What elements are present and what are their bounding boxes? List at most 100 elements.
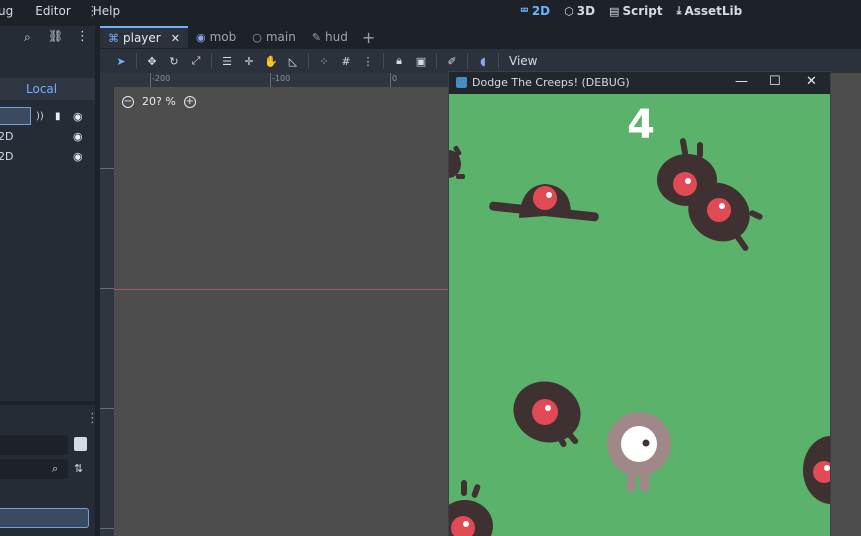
tree-item[interactable]: 2D ◉ bbox=[0, 146, 93, 166]
game-window-titlebar[interactable]: Dodge The Creeps! (DEBUG) — ☐ ✕ bbox=[449, 72, 830, 94]
camera-override-icon[interactable]: ◖ bbox=[472, 51, 494, 71]
scene-dock: ⋮ ⌕ ⛓ ⋮ Local )) ▮ ◉ 2D ◉ 2D ◉ bbox=[0, 4, 99, 401]
tab-label: player bbox=[123, 31, 161, 45]
mob-creep bbox=[449, 480, 493, 536]
separator bbox=[383, 53, 384, 69]
tab-player[interactable]: ⌘ player ✕ bbox=[100, 26, 188, 48]
tab-main[interactable]: ○ main bbox=[244, 26, 304, 48]
smart-snap-icon[interactable]: ⁘ bbox=[313, 51, 335, 71]
zoom-in-icon[interactable]: + bbox=[183, 95, 196, 108]
close-icon[interactable]: ✕ bbox=[171, 32, 180, 45]
search-icon[interactable]: ⌕ bbox=[24, 30, 31, 45]
maximize-icon[interactable]: ☐ bbox=[769, 74, 781, 89]
script-icon: ▤ bbox=[609, 4, 620, 18]
tab-hud[interactable]: ✎ hud bbox=[304, 26, 356, 48]
tab-label: main bbox=[265, 30, 296, 44]
main-screen-3d[interactable]: ⬡ 3D bbox=[564, 4, 595, 18]
player-character bbox=[607, 412, 671, 492]
main-screen-2d[interactable]: ⮹ 2D bbox=[520, 4, 550, 18]
score-label: 4 bbox=[627, 102, 655, 148]
viewport-right-edge bbox=[831, 73, 861, 536]
horizontal-ruler: -200 -100 0 bbox=[114, 73, 448, 87]
visibility-eye-icon[interactable]: ◉ bbox=[73, 110, 83, 123]
pan-mode-icon[interactable]: ✋ bbox=[260, 51, 282, 71]
skeleton-icon[interactable]: ✐ bbox=[441, 51, 463, 71]
menu-editor[interactable]: Editor bbox=[35, 4, 71, 18]
dock-menu-icon[interactable]: ⋮ bbox=[86, 4, 99, 19]
tree-item-label: 2D bbox=[0, 149, 14, 163]
pivot-icon[interactable]: ✛ bbox=[238, 51, 260, 71]
add-tab-icon[interactable]: + bbox=[362, 28, 375, 47]
path-field[interactable] bbox=[0, 435, 68, 455]
ruler-tick bbox=[270, 73, 271, 87]
game-canvas[interactable]: 4 bbox=[449, 94, 830, 536]
selected-file-item[interactable] bbox=[0, 508, 89, 528]
zoom-controls: − 20? % + bbox=[122, 95, 196, 108]
tab-label: hud bbox=[325, 30, 348, 44]
lock-icon[interactable]: 🔒︎ bbox=[388, 51, 410, 71]
zoom-out-icon[interactable]: − bbox=[122, 95, 134, 108]
snap-options-icon[interactable]: ⋮ bbox=[357, 51, 379, 71]
search-icon: ⌕ bbox=[52, 462, 59, 475]
separator bbox=[467, 53, 468, 69]
dock-menu-icon[interactable]: ⋮ bbox=[86, 411, 99, 426]
game-window-title: Dodge The Creeps! (DEBUG) bbox=[472, 76, 630, 89]
godot-icon bbox=[456, 77, 467, 88]
ruler-label: -200 bbox=[152, 74, 171, 83]
ruler-tick bbox=[100, 408, 114, 409]
sort-icon[interactable]: ⇅ bbox=[74, 462, 83, 475]
canvas-toolbar: ➤ ✥ ↻ ⤢ ☰ ✛ ✋ ◺ ⁘ # ⋮ 🔒︎ ▣ ✐ ◖ View bbox=[100, 49, 861, 73]
tree-item-root[interactable]: )) ▮ ◉ bbox=[0, 106, 93, 126]
assetlib-icon: ⤓ bbox=[676, 4, 682, 17]
scene-tree: )) ▮ ◉ 2D ◉ 2D ◉ bbox=[0, 106, 93, 166]
script-attached-icon[interactable]: ▮ bbox=[55, 111, 61, 122]
group-icon[interactable]: ▣ bbox=[410, 51, 432, 71]
godot-editor: ug Editor Help ⮹ 2D ⬡ 3D ▤ Script ⤓ AssetLib… bbox=[0, 0, 861, 536]
scale-mode-icon[interactable]: ⤢ bbox=[185, 51, 207, 71]
visibility-eye-icon[interactable]: ◉ bbox=[73, 150, 83, 163]
ruler-mode-icon[interactable]: ◺ bbox=[282, 51, 304, 71]
rotate-mode-icon[interactable]: ↻ bbox=[163, 51, 185, 71]
3d-icon: ⬡ bbox=[564, 4, 574, 18]
split-view-button[interactable] bbox=[74, 437, 87, 451]
minimize-icon[interactable]: — bbox=[735, 74, 748, 89]
separator bbox=[498, 53, 499, 69]
more-options-icon[interactable]: ⋮ bbox=[76, 29, 89, 44]
tree-item-label: 2D bbox=[0, 129, 14, 143]
menu-debug[interactable]: ug bbox=[0, 4, 13, 18]
main-screen-script[interactable]: ▤ Script bbox=[609, 4, 663, 18]
tab-mob[interactable]: ◉ mob bbox=[188, 26, 244, 48]
local-remote-toggle[interactable]: Local bbox=[0, 78, 95, 100]
ruler-tick bbox=[390, 73, 391, 87]
node-icon: ○ bbox=[252, 30, 262, 44]
mob-creep bbox=[489, 184, 599, 222]
instance-scene-icon[interactable]: ⛓ bbox=[48, 29, 63, 43]
select-mode-icon[interactable]: ➤ bbox=[110, 51, 132, 71]
view-menu[interactable]: View bbox=[503, 54, 543, 68]
tree-item[interactable]: 2D ◉ bbox=[0, 126, 93, 146]
node2d-icon: ⌘ bbox=[108, 31, 119, 45]
ruler-label: -100 bbox=[272, 74, 291, 83]
visibility-eye-icon[interactable]: ◉ bbox=[73, 130, 83, 143]
mob-creep bbox=[513, 381, 581, 448]
ruler-tick bbox=[100, 528, 114, 529]
x-axis-line bbox=[114, 289, 448, 290]
list-select-icon[interactable]: ☰ bbox=[216, 51, 238, 71]
zoom-level[interactable]: 20? % bbox=[142, 95, 176, 108]
move-mode-icon[interactable]: ✥ bbox=[141, 51, 163, 71]
rigidbody-icon: ◉ bbox=[195, 30, 206, 44]
game-scene bbox=[449, 138, 830, 536]
selection-highlight bbox=[0, 107, 31, 125]
main-screen-switcher: ⮹ 2D ⬡ 3D ▤ Script ⤓ AssetLib bbox=[520, 0, 742, 22]
grid-snap-icon[interactable]: # bbox=[335, 51, 357, 71]
canvas-viewport[interactable]: -200 -100 0 − 20? % + bbox=[100, 73, 448, 536]
main-screen-assetlib[interactable]: ⤓ AssetLib bbox=[677, 4, 743, 18]
game-window[interactable]: Dodge The Creeps! (DEBUG) — ☐ ✕ 4 bbox=[448, 71, 831, 536]
ruler-tick bbox=[150, 73, 151, 87]
close-icon[interactable]: ✕ bbox=[806, 74, 817, 89]
ruler-label: 0 bbox=[392, 74, 398, 83]
signal-icon[interactable]: )) bbox=[36, 111, 44, 122]
2d-icon: ⮹ bbox=[520, 4, 529, 17]
tab-label: mob bbox=[209, 30, 237, 44]
canvaslayer-icon: ✎ bbox=[311, 30, 322, 44]
